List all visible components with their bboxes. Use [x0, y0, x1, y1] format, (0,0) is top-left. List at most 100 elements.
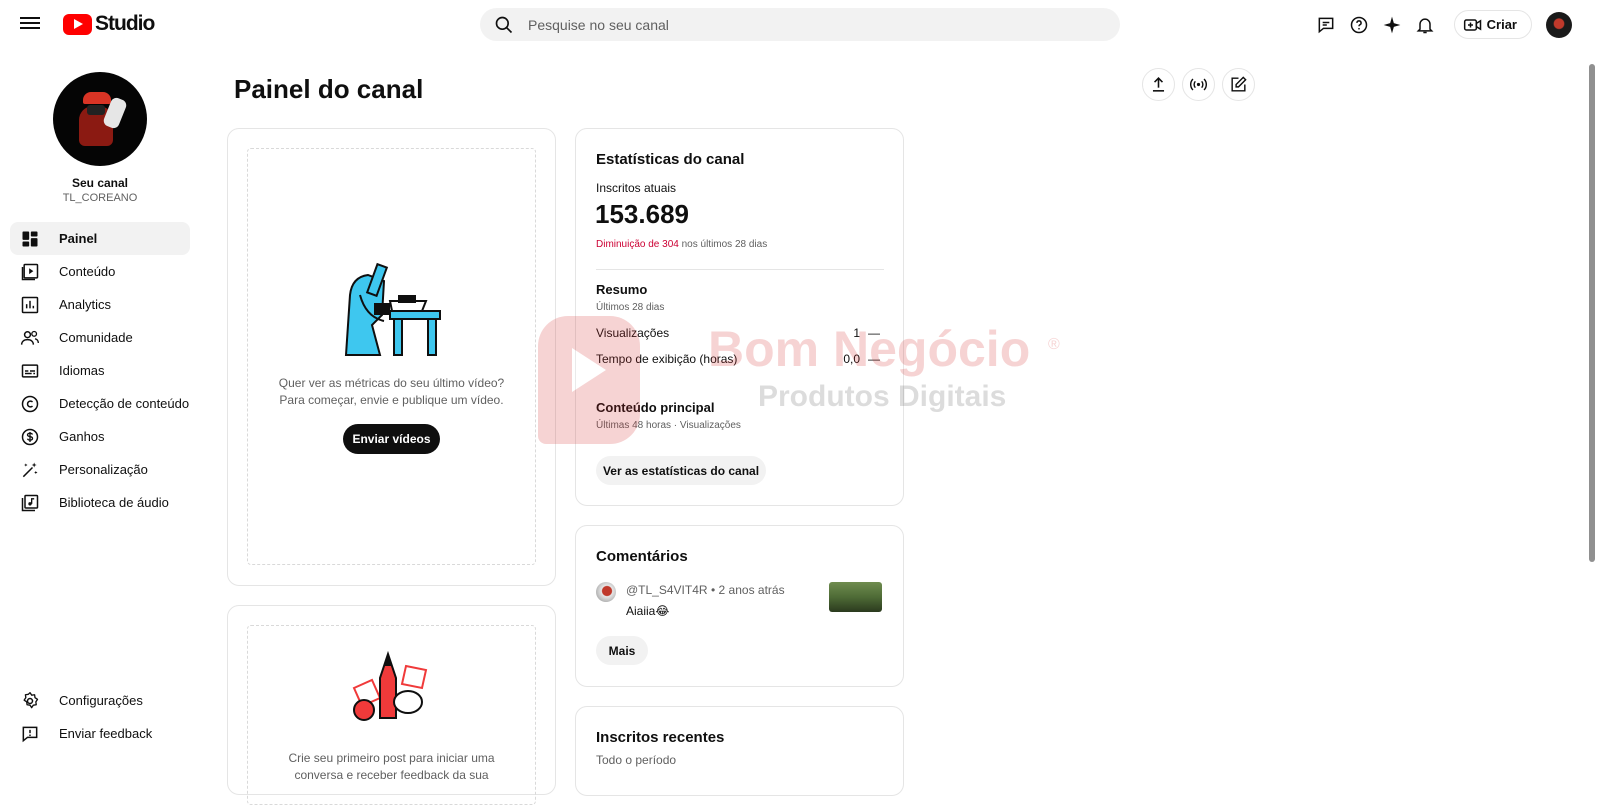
sidebar-item-label: Analytics: [59, 297, 112, 312]
sidebar-item-painel[interactable]: Painel: [10, 222, 190, 255]
header-actions: [1142, 68, 1262, 101]
sidebar-item-idiomas[interactable]: Idiomas: [10, 354, 190, 387]
channel-label: Seu canal: [71, 176, 129, 190]
live-icon: [1189, 78, 1208, 91]
sidebar-item-label: Comunidade: [59, 330, 133, 345]
top-content-period: Últimas 48 horas · Visualizações: [596, 420, 741, 431]
upload-text-line1: Quer ver as métricas do seu último vídeo…: [278, 376, 505, 390]
post-text-line1: Crie seu primeiro post para iniciar uma: [288, 751, 495, 765]
analytics-icon: [21, 296, 39, 313]
comments-title: Comentários: [596, 548, 688, 565]
create-post-button[interactable]: [1222, 68, 1255, 101]
views-label: Visualizações: [596, 326, 670, 340]
watchtime-label: Tempo de exibição (horas): [596, 352, 738, 366]
community-icon: [20, 330, 39, 345]
comments-card: Comentários @TL_S4VIT4R • 2 anos atrás A…: [575, 525, 904, 687]
studio-logo[interactable]: Studio: [63, 12, 155, 36]
sidebar-item-feedback[interactable]: Enviar feedback: [10, 717, 190, 750]
help-icon[interactable]: [1343, 8, 1376, 41]
sidebar-item-analytics[interactable]: Analytics: [10, 288, 190, 321]
channel-stats-card: Estatísticas do canal Inscritos atuais 1…: [575, 128, 904, 506]
sidebar-item-ganhos[interactable]: Ganhos: [10, 420, 190, 453]
comment-video-thumbnail[interactable]: [829, 582, 882, 612]
watermark-mark: ®: [1048, 336, 1060, 353]
upload-dropzone: Quer ver as métricas do seu último vídeo…: [247, 148, 536, 565]
summary-title: Resumo: [596, 282, 648, 297]
more-comments-button[interactable]: Mais: [596, 636, 648, 665]
subtitles-icon: [21, 363, 39, 378]
upload-text-line2: Para começar, envie e publique um vídeo.: [279, 393, 504, 407]
watchtime-value: 0,0: [843, 352, 860, 366]
views-trend: —: [868, 326, 880, 340]
comment-avatar[interactable]: [596, 582, 616, 602]
watchtime-trend: —: [868, 352, 880, 366]
comment-text: Aiaiia😂: [626, 604, 670, 618]
bell-icon[interactable]: [1409, 8, 1442, 41]
sidebar-item-personalizacao[interactable]: Personalização: [10, 453, 190, 486]
go-live-button[interactable]: [1182, 68, 1215, 101]
post-text-line2: conversa e receber feedback da sua: [294, 768, 489, 782]
sidebar-nav: Painel Conteúdo Analytics Comunidade Idi…: [10, 222, 190, 519]
sidebar-item-label: Configurações: [59, 693, 143, 708]
copyright-icon: [21, 395, 39, 412]
comment-time: • 2 anos atrás: [711, 583, 785, 597]
create-button[interactable]: Criar: [1453, 10, 1532, 39]
view-channel-stats-button[interactable]: Ver as estatísticas do canal: [596, 456, 766, 485]
dashboard-icon: [22, 231, 38, 246]
sidebar-item-label: Enviar feedback: [59, 726, 153, 741]
subs-value: 153.689: [595, 199, 689, 229]
sidebar-bottom: Configurações Enviar feedback: [10, 684, 190, 750]
recent-subs-title: Inscritos recentes: [596, 729, 725, 746]
gear-icon: [23, 691, 39, 708]
post-card: Crie seu primeiro post para iniciar uma …: [227, 605, 556, 805]
top-content-title: Conteúdo principal: [596, 400, 715, 415]
sidebar-item-label: Painel: [59, 231, 98, 246]
create-label: Criar: [1486, 17, 1517, 32]
stats-title: Estatísticas do canal: [596, 151, 745, 168]
scrollbar[interactable]: [1589, 64, 1595, 562]
sidebar-item-comunidade[interactable]: Comunidade: [10, 321, 190, 354]
sparkle-icon[interactable]: [1376, 8, 1409, 41]
youtube-logo-icon: [63, 13, 92, 35]
search-bar[interactable]: [480, 8, 1120, 41]
subs-change-highlight: Diminuição de 304: [596, 239, 679, 250]
subs-label: Inscritos atuais: [596, 181, 677, 195]
microscope-illustration-icon: [344, 262, 441, 356]
summary-period: Últimos 28 dias: [596, 302, 665, 313]
subtitles-icon[interactable]: [1310, 8, 1343, 41]
upload-card: Quer ver as métricas do seu último vídeo…: [227, 128, 556, 586]
stats-divider: [596, 269, 884, 270]
top-actions: Criar: [1310, 8, 1600, 41]
feedback-icon: [22, 726, 38, 742]
sidebar-item-deteccao[interactable]: Detecção de conteúdo: [10, 387, 190, 420]
page-title: Painel do canal: [234, 74, 424, 104]
sidebar-item-label: Biblioteca de áudio: [59, 495, 169, 510]
upload-button[interactable]: [1142, 68, 1175, 101]
search-icon: [495, 16, 513, 33]
sidebar-item-label: Conteúdo: [59, 264, 116, 279]
sidebar-item-label: Idiomas: [59, 363, 105, 378]
subs-change: Diminuição de 304 nos últimos 28 dias: [596, 239, 767, 250]
dollar-icon: [21, 428, 39, 445]
top-bar: Studio Criar: [0, 0, 1600, 48]
magic-wand-icon: [22, 462, 38, 477]
comment-author[interactable]: @TL_S4VIT4R: [626, 583, 708, 597]
recent-subscribers-card: Inscritos recentes Todo o período: [575, 706, 904, 796]
upload-videos-button[interactable]: Enviar vídeos: [343, 424, 440, 454]
search-input[interactable]: [528, 16, 1088, 33]
account-avatar[interactable]: [1546, 11, 1572, 38]
audio-library-icon: [21, 494, 39, 511]
sidebar-item-configuracoes[interactable]: Configurações: [10, 684, 190, 717]
pencil-illustration-icon: [352, 650, 428, 721]
sidebar-item-conteudo[interactable]: Conteúdo: [10, 255, 190, 288]
create-video-icon: [1463, 18, 1481, 31]
edit-icon: [1231, 76, 1247, 92]
subs-change-rest: nos últimos 28 dias: [678, 239, 768, 250]
views-value: 1: [853, 326, 860, 340]
sidebar-item-biblioteca-audio[interactable]: Biblioteca de áudio: [10, 486, 190, 519]
channel-avatar[interactable]: [53, 72, 147, 166]
content-icon: [21, 263, 39, 280]
menu-icon[interactable]: [20, 14, 40, 34]
post-dropzone: Crie seu primeiro post para iniciar uma …: [247, 625, 536, 805]
sidebar-item-label: Detecção de conteúdo: [59, 396, 190, 411]
